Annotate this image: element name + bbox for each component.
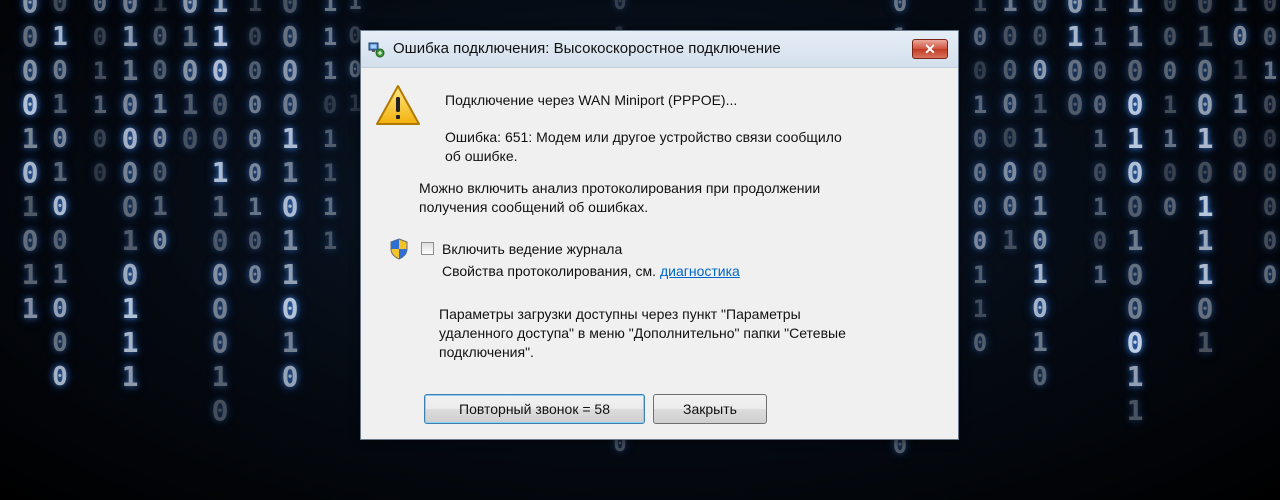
binary-column: 0001100 [1162,0,1178,221]
logging-properties-text: Свойства протоколирования, см. диагности… [442,262,740,281]
logging-properties-prefix: Свойства протоколирования, см. [442,263,660,279]
warning-icon [376,85,420,125]
binary-column: 100000100 [247,0,263,289]
close-window-button[interactable]: ✕ [912,39,948,59]
binary-column: 01001011101 [1196,0,1214,359]
params-hint-line-2: удаленного доступа" в меню "Дополнительн… [439,325,846,341]
params-hint-line-1: Параметры загрузки доступны через пункт … [439,306,801,322]
redial-button[interactable]: Повторный звонок = 58 [424,394,645,424]
enable-logging-label[interactable]: Включить ведение журнала [442,240,622,259]
connecting-message: Подключение через WAN Miniport (PPPOE)..… [445,92,738,108]
binary-column: 001000000 [1262,0,1278,289]
binary-column: 000110101010 [1032,0,1048,392]
enable-logging-checkbox[interactable] [421,242,434,255]
connection-error-dialog: Ошибка подключения: Высокоскоростное под… [360,30,959,440]
binary-column: 1100011000010 [211,0,229,427]
uac-shield-icon [390,238,408,260]
params-hint-line-3: подключения". [439,344,534,360]
logging-hint-line-1: Можно включить анализ протоколирования п… [419,180,821,196]
dialog-title: Ошибка подключения: Высокоскоростное под… [393,40,781,57]
error-message-line-2: об ошибке. [445,148,518,164]
network-connection-icon [368,42,385,58]
binary-column: 1100100100011 [1126,0,1144,427]
title-bar[interactable]: Ошибка подключения: Высокоскоростное под… [361,31,958,68]
logging-hint-line-2: получения сообщений об ошибках. [419,199,649,215]
diagnostics-link[interactable]: диагностика [660,263,740,279]
binary-column: 000011011010 [281,0,299,393]
binary-column: 010101001000 [52,0,68,392]
error-message-line-1: Ошибка: 651: Модем или другое устройство… [445,129,842,145]
close-button[interactable]: Закрыть [653,394,767,424]
binary-column: 110010101 [1092,0,1108,289]
